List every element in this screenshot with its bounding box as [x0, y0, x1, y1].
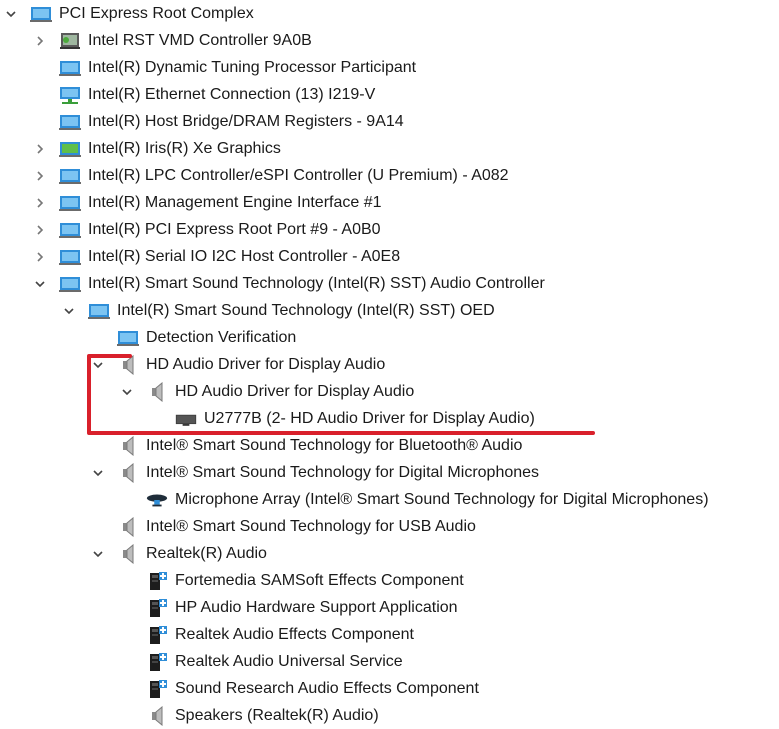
tree-item[interactable]: Fortemedia SAMSoft Effects Component	[146, 567, 464, 594]
monitor-icon	[175, 409, 197, 429]
speaker-icon	[117, 462, 139, 483]
tree-item-label: HD Audio Driver for Display Audio	[175, 383, 415, 400]
system-device-icon	[88, 301, 110, 321]
system-device-icon	[59, 112, 81, 132]
device-tree: PCI Express Root Complex Intel RST VMD Co…	[0, 0, 779, 727]
tree-item[interactable]: Realtek Audio Universal Service	[146, 648, 403, 675]
chevron-down-icon[interactable]	[91, 459, 105, 486]
software-component-icon	[146, 679, 168, 699]
tree-item-label: Intel RST VMD Controller 9A0B	[88, 32, 312, 49]
tree-item[interactable]: Speakers (Realtek(R) Audio)	[146, 702, 379, 729]
chevron-down-icon[interactable]	[62, 297, 76, 324]
tree-item[interactable]: Intel(R) Smart Sound Technology (Intel(R…	[59, 270, 545, 297]
tree-item[interactable]: Intel(R) Dynamic Tuning Processor Partic…	[59, 54, 416, 81]
chevron-right-icon[interactable]	[33, 135, 47, 162]
tree-item-label: Intel(R) PCI Express Root Port #9 - A0B0	[88, 221, 381, 238]
chevron-right-icon[interactable]	[33, 189, 47, 216]
tree-item-label: Intel(R) LPC Controller/eSPI Controller …	[88, 167, 509, 184]
pci-device-icon	[30, 4, 52, 24]
tree-item[interactable]: HP Audio Hardware Support Application	[146, 594, 458, 621]
tree-item[interactable]: Intel® Smart Sound Technology for Blueto…	[117, 432, 522, 459]
tree-item-label: HD Audio Driver for Display Audio	[146, 356, 386, 373]
tree-item[interactable]: Intel(R) PCI Express Root Port #9 - A0B0	[59, 216, 381, 243]
chevron-down-icon[interactable]	[120, 378, 134, 405]
tree-item[interactable]: Intel(R) Ethernet Connection (13) I219-V	[59, 81, 375, 108]
chevron-right-icon[interactable]	[33, 162, 47, 189]
tree-item[interactable]: Intel® Smart Sound Technology for Digita…	[117, 459, 539, 486]
tree-item[interactable]: Intel(R) Smart Sound Technology (Intel(R…	[88, 297, 495, 324]
tree-item[interactable]: Intel(R) Iris(R) Xe Graphics	[59, 135, 281, 162]
tree-item-label: Intel(R) Serial IO I2C Host Controller -…	[88, 248, 401, 265]
speaker-icon	[117, 516, 139, 537]
speaker-icon	[117, 435, 139, 456]
chevron-down-icon[interactable]	[33, 270, 47, 297]
tree-item-label: U2777B (2- HD Audio Driver for Display A…	[204, 410, 535, 427]
tree-item[interactable]: Sound Research Audio Effects Component	[146, 675, 479, 702]
tree-item[interactable]: U2777B (2- HD Audio Driver for Display A…	[175, 405, 535, 432]
chevron-right-icon[interactable]	[33, 216, 47, 243]
storage-controller-icon	[59, 31, 81, 51]
chevron-down-icon[interactable]	[91, 540, 105, 567]
tree-item-label: Intel(R) Iris(R) Xe Graphics	[88, 140, 281, 157]
software-component-icon	[146, 571, 168, 591]
tree-item-label: Intel(R) Smart Sound Technology (Intel(R…	[88, 275, 545, 292]
software-component-icon	[146, 652, 168, 672]
tree-item-label: PCI Express Root Complex	[59, 5, 254, 22]
tree-item-label: HP Audio Hardware Support Application	[175, 599, 458, 616]
tree-item[interactable]: Realtek Audio Effects Component	[146, 621, 414, 648]
system-device-icon	[59, 166, 81, 186]
tree-item-label: Intel(R) Smart Sound Technology (Intel(R…	[117, 302, 495, 319]
tree-item-label: Detection Verification	[146, 329, 297, 346]
tree-item-label: Intel(R) Dynamic Tuning Processor Partic…	[88, 59, 417, 76]
speaker-icon	[146, 381, 168, 402]
chevron-right-icon[interactable]	[33, 243, 47, 270]
tree-item[interactable]: Intel(R) LPC Controller/eSPI Controller …	[59, 162, 509, 189]
speaker-icon	[146, 705, 168, 726]
tree-item-label: Sound Research Audio Effects Component	[175, 680, 479, 697]
tree-item-label: Fortemedia SAMSoft Effects Component	[175, 572, 464, 589]
tree-item-label: Intel® Smart Sound Technology for Blueto…	[146, 437, 523, 454]
system-device-icon	[117, 328, 139, 348]
chevron-down-icon[interactable]	[4, 0, 18, 27]
tree-item-label: Realtek Audio Effects Component	[175, 626, 414, 643]
tree-item[interactable]: Realtek(R) Audio	[117, 540, 267, 567]
tree-item-label: Intel(R) Management Engine Interface #1	[88, 194, 382, 211]
tree-item[interactable]: Intel(R) Host Bridge/DRAM Registers - 9A…	[59, 108, 404, 135]
system-device-icon	[59, 247, 81, 267]
tree-item[interactable]: Intel(R) Serial IO I2C Host Controller -…	[59, 243, 400, 270]
tree-item[interactable]: HD Audio Driver for Display Audio	[117, 351, 385, 378]
tree-item[interactable]: Detection Verification	[117, 324, 296, 351]
system-device-icon	[59, 58, 81, 78]
tree-item[interactable]: Intel(R) Management Engine Interface #1	[59, 189, 382, 216]
system-device-icon	[59, 274, 81, 294]
speaker-icon	[117, 543, 139, 564]
microphone-icon	[146, 490, 168, 510]
system-device-icon	[59, 193, 81, 213]
tree-item-label: Intel(R) Host Bridge/DRAM Registers - 9A…	[88, 113, 404, 130]
tree-item[interactable]: Intel RST VMD Controller 9A0B	[59, 27, 312, 54]
tree-item-label: Intel® Smart Sound Technology for USB Au…	[146, 518, 476, 535]
tree-item[interactable]: HD Audio Driver for Display Audio	[146, 378, 414, 405]
display-adapter-icon	[59, 139, 81, 159]
tree-item-label: Realtek(R) Audio	[146, 545, 267, 562]
tree-item-label: Intel® Smart Sound Technology for Digita…	[146, 464, 540, 481]
tree-item-label: Microphone Array (Intel® Smart Sound Tec…	[175, 491, 709, 508]
network-adapter-icon	[59, 85, 81, 105]
tree-item[interactable]: Intel® Smart Sound Technology for USB Au…	[117, 513, 476, 540]
speaker-icon	[117, 354, 139, 375]
tree-item-label: Speakers (Realtek(R) Audio)	[175, 707, 379, 724]
tree-item-label: Intel(R) Ethernet Connection (13) I219-V	[88, 86, 376, 103]
software-component-icon	[146, 598, 168, 618]
software-component-icon	[146, 625, 168, 645]
chevron-right-icon[interactable]	[33, 27, 47, 54]
tree-item[interactable]: PCI Express Root Complex	[30, 0, 254, 27]
tree-item-label: Realtek Audio Universal Service	[175, 653, 403, 670]
tree-item[interactable]: Microphone Array (Intel® Smart Sound Tec…	[146, 486, 709, 513]
system-device-icon	[59, 220, 81, 240]
chevron-down-icon[interactable]	[91, 351, 105, 378]
